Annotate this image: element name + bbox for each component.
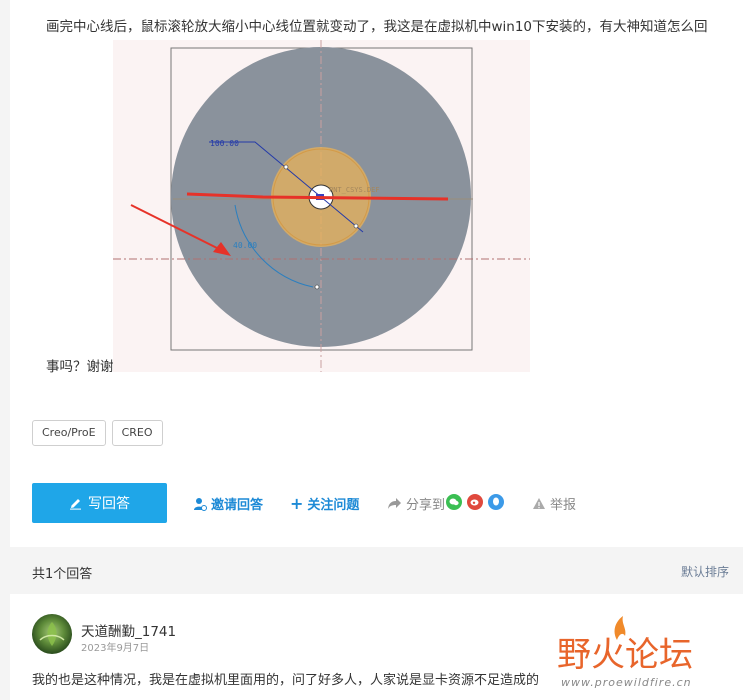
pencil-icon	[70, 498, 81, 510]
svg-text:100.00: 100.00	[210, 139, 239, 148]
invite-user-icon	[194, 497, 207, 511]
answer-content: 我的也是这种情况，我是在虚拟机里面用的，问了好多人，人家说是显卡资源不足造成的	[32, 673, 540, 688]
write-answer-button[interactable]: 写回答	[32, 483, 167, 523]
share-button[interactable]: 分享到	[387, 494, 445, 513]
share-label: 分享到	[406, 498, 446, 513]
answer-date: 2023年9月7日	[81, 643, 150, 654]
weibo-icon[interactable]	[467, 494, 483, 510]
follow-question-label: 关注问题	[307, 498, 360, 513]
site-watermark-logo: 野火论坛 www.proewildfire.cn	[557, 614, 737, 694]
share-icon-group	[446, 494, 504, 510]
invite-answer-label: 邀请回答	[211, 498, 264, 513]
svg-text:40.00: 40.00	[233, 241, 257, 250]
sort-dropdown[interactable]: 默认排序	[681, 563, 729, 580]
write-answer-label: 写回答	[88, 496, 130, 512]
plus-icon: +	[290, 493, 304, 513]
tag-creo-proe[interactable]: Creo/ProE	[32, 420, 106, 446]
warning-icon	[533, 498, 545, 509]
cad-screenshot[interactable]: 100.00 40.00 PNT_CSYS.DEF	[113, 40, 530, 372]
answer-username[interactable]: 天道酬勤_1741	[81, 620, 176, 640]
avatar[interactable]	[32, 614, 72, 654]
question-text-line2: 事吗？谢谢	[46, 359, 114, 375]
invite-answer-button[interactable]: 邀请回答	[193, 494, 263, 513]
report-button[interactable]: 举报	[532, 494, 576, 513]
svg-text:www.proewildfire.cn: www.proewildfire.cn	[561, 676, 692, 689]
qq-icon[interactable]	[488, 494, 504, 510]
svg-text:PNT_CSYS.DEF: PNT_CSYS.DEF	[329, 186, 380, 194]
answer-count: 共1个回答	[32, 567, 93, 582]
svg-text:野火论坛: 野火论坛	[557, 635, 693, 675]
tag-creo[interactable]: CREO	[111, 420, 163, 446]
wechat-icon[interactable]	[446, 494, 462, 510]
tag-list: Creo/ProE CREO	[32, 420, 163, 446]
share-arrow-icon	[388, 498, 401, 509]
follow-question-button[interactable]: + 关注问题	[290, 494, 359, 513]
answers-header: 共1个回答 默认排序	[10, 547, 743, 594]
question-text-line1: 画完中心线后，鼠标滚轮放大缩小中心线位置就变动了，我这是在虚拟机中win10下安…	[46, 19, 708, 35]
report-label: 举报	[550, 498, 577, 513]
